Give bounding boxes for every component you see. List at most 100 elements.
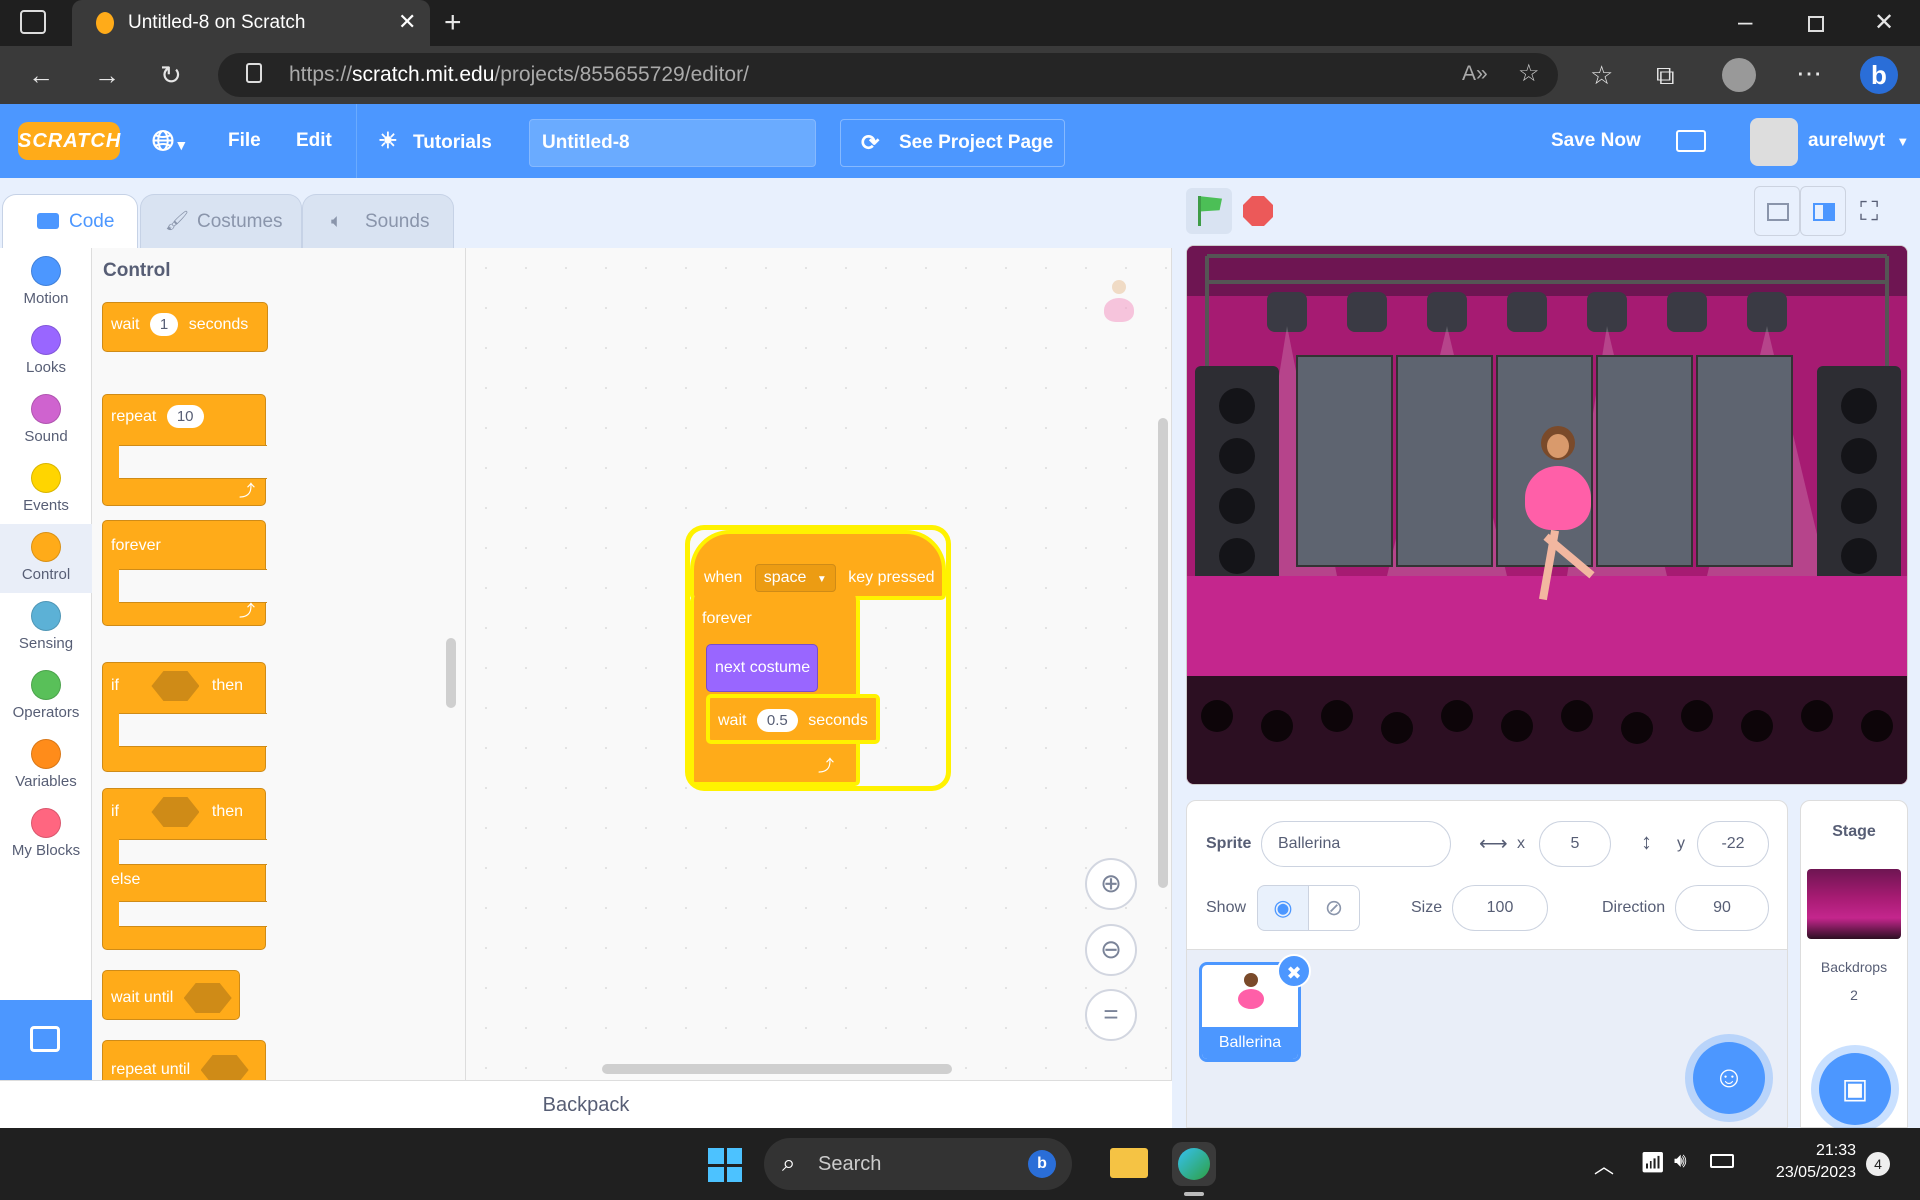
restore-icon[interactable] — [1808, 16, 1824, 32]
collections-icon[interactable]: ⧉ — [1656, 62, 1675, 88]
tab-close-icon[interactable]: ✕ — [398, 9, 416, 35]
backpack[interactable]: Backpack — [0, 1080, 1172, 1128]
zoom-reset-icon[interactable]: = — [1085, 989, 1137, 1041]
more-icon[interactable]: ⋯ — [1796, 60, 1822, 86]
block-wait[interactable]: wait 0.5 seconds — [706, 694, 880, 744]
browser-tab[interactable]: Untitled-8 on Scratch ✕ — [72, 0, 430, 46]
username-menu[interactable]: aurelwyt ▼ — [1808, 104, 1909, 178]
script-workspace[interactable]: when space ▼ key pressed forever ⤴ next … — [466, 248, 1172, 1080]
menu-edit[interactable]: Edit — [296, 104, 332, 178]
profile-avatar-icon[interactable] — [1722, 58, 1756, 92]
size-input[interactable]: 100 — [1452, 885, 1548, 931]
scratch-logo[interactable]: SCRATCH — [18, 122, 120, 160]
category-control[interactable]: Control — [0, 524, 92, 593]
edge-icon[interactable] — [1172, 1142, 1216, 1186]
language-globe-icon[interactable]: 🌐︎▼ — [152, 104, 188, 178]
clock[interactable]: 21:33 23/05/2023 — [1766, 1140, 1856, 1184]
add-sprite-button[interactable]: ☺ — [1693, 1042, 1765, 1114]
category-variables[interactable]: Variables — [0, 731, 92, 800]
add-favorite-icon[interactable]: ☆ — [1518, 59, 1540, 88]
new-tab-icon[interactable]: + — [444, 8, 462, 38]
zoom-out-icon[interactable]: ⊖ — [1085, 924, 1137, 976]
block-wait[interactable]: wait 1 seconds — [102, 302, 268, 352]
save-now-button[interactable]: Save Now — [1551, 104, 1641, 178]
palette-scrollbar[interactable] — [446, 638, 456, 708]
category-dot — [31, 532, 61, 562]
block-repeat-until[interactable]: repeat until — [102, 1040, 266, 1080]
add-extension-button[interactable] — [0, 1000, 92, 1080]
my-stuff-folder-icon[interactable] — [1676, 130, 1706, 152]
see-project-page-button[interactable]: ⟳ See Project Page — [840, 119, 1065, 167]
show-visible-button[interactable]: ◉ — [1257, 885, 1309, 931]
category-sound[interactable]: Sound — [0, 386, 92, 455]
notification-badge[interactable]: 4 — [1866, 1152, 1890, 1176]
condition-slot[interactable] — [151, 671, 200, 701]
category-my-blocks[interactable]: My Blocks — [0, 800, 92, 869]
tab-sounds[interactable]: 🔈︎ Sounds — [302, 194, 454, 248]
block-wait-until[interactable]: wait until — [102, 970, 240, 1020]
read-aloud-icon[interactable]: A» — [1462, 62, 1488, 86]
workspace-vertical-scrollbar[interactable] — [1158, 418, 1168, 888]
forward-icon[interactable]: → — [94, 62, 120, 88]
block-input[interactable]: 10 — [166, 405, 204, 428]
block-if-else[interactable]: if then else — [102, 788, 267, 950]
category-events[interactable]: Events — [0, 455, 92, 524]
block-input[interactable]: 0.5 — [756, 709, 798, 732]
sprite-name-input[interactable]: Ballerina — [1261, 821, 1451, 867]
fullscreen-icon[interactable]: ⛶ — [1860, 196, 1890, 226]
project-title-input[interactable]: Untitled-8 — [529, 119, 816, 167]
stop-icon[interactable] — [1243, 196, 1273, 226]
condition-slot[interactable] — [200, 1055, 249, 1080]
stage-canvas[interactable] — [1186, 245, 1908, 785]
y-input[interactable]: -22 — [1697, 821, 1769, 867]
close-window-icon[interactable]: ✕ — [1874, 10, 1894, 36]
file-explorer-icon[interactable] — [1110, 1148, 1148, 1178]
tab-code[interactable]: Code — [2, 194, 138, 250]
ballerina-sprite[interactable] — [1503, 426, 1613, 616]
refresh-icon[interactable]: ↻ — [160, 62, 182, 88]
block-next-costume[interactable]: next costume — [706, 644, 818, 692]
small-stage-icon[interactable] — [1754, 186, 1800, 236]
tutorials-button[interactable]: ☀ Tutorials — [378, 104, 492, 178]
address-bar[interactable]: https://scratch.mit.edu/projects/8556557… — [218, 53, 1558, 97]
category-label: Looks — [25, 359, 67, 376]
condition-slot[interactable] — [183, 983, 232, 1013]
menu-file[interactable]: File — [228, 104, 261, 178]
zoom-in-icon[interactable]: ⊕ — [1085, 858, 1137, 910]
back-icon[interactable]: ← — [28, 62, 54, 88]
block-repeat[interactable]: repeat 10 ⤴ — [102, 394, 267, 506]
add-backdrop-button[interactable]: ▣ — [1819, 1053, 1891, 1125]
battery-icon[interactable] — [1710, 1154, 1734, 1168]
block-forever[interactable]: forever ⤴ — [102, 520, 267, 626]
windows-start-icon[interactable] — [708, 1148, 742, 1182]
condition-slot[interactable] — [151, 797, 200, 827]
category-looks[interactable]: Looks — [0, 317, 92, 386]
block-if-then[interactable]: if then — [102, 662, 267, 772]
block-when-key-pressed[interactable]: when space ▼ key pressed — [690, 530, 946, 600]
show-hidden-button[interactable]: ⊘ — [1308, 885, 1360, 931]
x-input[interactable]: 5 — [1539, 821, 1611, 867]
script-stack[interactable]: when space ▼ key pressed forever ⤴ next … — [690, 530, 946, 786]
tab-costumes[interactable]: 🖌︎ Costumes — [140, 194, 302, 248]
wifi-icon[interactable]: 📶︎ — [1640, 1150, 1665, 1175]
tab-actions-icon[interactable] — [20, 10, 46, 34]
normal-stage-icon[interactable] — [1800, 186, 1846, 236]
workspace-horizontal-scrollbar[interactable] — [602, 1064, 952, 1074]
key-dropdown[interactable]: space ▼ — [754, 564, 836, 592]
bing-icon[interactable]: b — [1860, 56, 1898, 94]
taskbar-search[interactable]: ⌕ Search b — [764, 1138, 1072, 1190]
volume-icon[interactable]: 🔊︎ — [1674, 1150, 1687, 1173]
category-operators[interactable]: Operators — [0, 662, 92, 731]
block-input[interactable]: 1 — [149, 313, 179, 336]
direction-input[interactable]: 90 — [1675, 885, 1769, 931]
chevron-up-icon[interactable]: ︿ — [1594, 1150, 1614, 1179]
browser-toolbar: ← → ↻ https://scratch.mit.edu/projects/8… — [0, 46, 1920, 104]
favorites-icon[interactable]: ☆ — [1590, 62, 1613, 88]
green-flag-button[interactable] — [1186, 188, 1232, 234]
category-sensing[interactable]: Sensing — [0, 593, 92, 662]
stage-selector[interactable]: Stage Backdrops 2 ▣ — [1800, 800, 1908, 1128]
category-motion[interactable]: Motion — [0, 248, 92, 317]
minimize-icon[interactable]: – — [1738, 8, 1752, 34]
delete-sprite-button[interactable]: ✖ — [1277, 954, 1311, 988]
user-avatar[interactable] — [1750, 118, 1798, 166]
